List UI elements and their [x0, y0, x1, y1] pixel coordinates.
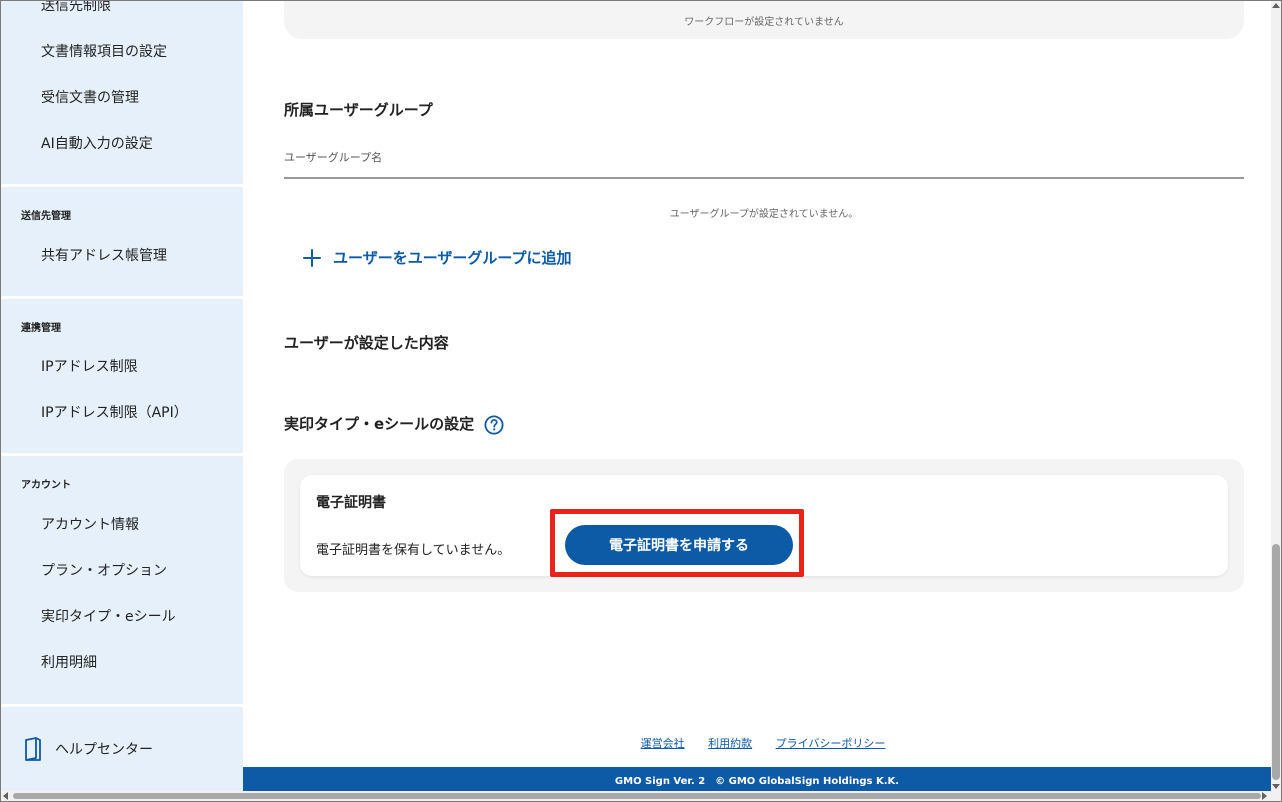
vertical-scroll-thumb[interactable] — [1272, 544, 1280, 780]
user-settings-title: ユーザーが設定した内容 — [284, 334, 449, 352]
add-user-to-group-link[interactable]: ユーザーをユーザーグループに追加 — [303, 247, 572, 268]
sidebar-divider — [1, 453, 243, 456]
user-groups-empty-message: ユーザーグループが設定されていません。 — [669, 209, 859, 220]
footer-link-company[interactable]: 運営会社 — [641, 737, 685, 750]
sidebar-item-ai-autofill[interactable]: AI自動入力の設定 — [41, 133, 153, 153]
scroll-down-arrow-icon[interactable] — [1272, 784, 1280, 789]
sidebar-divider — [1, 184, 243, 187]
help-center-link[interactable]: ヘルプセンター — [23, 736, 153, 762]
sidebar-item-received-documents[interactable]: 受信文書の管理 — [41, 87, 139, 107]
footer-copyright: GMO Sign Ver. 2 © GMO GlobalSign Holding… — [243, 767, 1271, 791]
scroll-left-arrow-icon[interactable] — [3, 792, 8, 800]
sidebar-category-recipients: 送信先管理 — [21, 211, 71, 222]
workflow-empty-message: ワークフローが設定されていません — [284, 1, 1244, 39]
sidebar-item-plan-options[interactable]: プラン・オプション — [41, 560, 167, 580]
footer-link-privacy[interactable]: プライバシーポリシー — [776, 737, 886, 750]
question-circle-icon[interactable] — [484, 414, 504, 435]
sidebar-item-usage-details[interactable]: 利用明細 — [41, 652, 97, 672]
sidebar-item-shared-address-book[interactable]: 共有アドレス帳管理 — [41, 245, 167, 265]
help-center-label: ヘルプセンター — [55, 742, 153, 758]
certificate-title: 電子証明書 — [316, 495, 386, 511]
sidebar-divider — [1, 704, 243, 707]
user-groups-title: 所属ユーザーグループ — [284, 101, 433, 119]
apply-certificate-button[interactable]: 電子証明書を申請する — [565, 525, 793, 565]
sidebar-category-account: アカウント — [21, 480, 71, 491]
certificate-status: 電子証明書を保有していません。 — [316, 543, 511, 558]
horizontal-scroll-thumb[interactable] — [13, 793, 1261, 799]
seal-settings-title-text: 実印タイプ・eシールの設定 — [284, 415, 475, 433]
book-icon — [25, 737, 41, 761]
seal-settings-title: 実印タイプ・eシールの設定 — [284, 413, 504, 435]
scroll-up-arrow-icon[interactable] — [1272, 3, 1280, 8]
sidebar-item-document-info-fields[interactable]: 文書情報項目の設定 — [41, 41, 167, 61]
sidebar-item-seal-type[interactable]: 実印タイプ・eシール — [41, 606, 176, 626]
column-header-user-group-name: ユーザーグループ名 — [284, 151, 383, 164]
sidebar-category-integration: 連携管理 — [21, 323, 61, 334]
sidebar: 送信先制限 文書情報項目の設定 受信文書の管理 AI自動入力の設定 送信先管理 … — [1, 1, 243, 791]
app-window: 送信先制限 文書情報項目の設定 受信文書の管理 AI自動入力の設定 送信先管理 … — [1, 1, 1281, 801]
add-user-to-group-label: ユーザーをユーザーグループに追加 — [333, 249, 572, 267]
vertical-scrollbar[interactable] — [1271, 1, 1281, 791]
scroll-right-arrow-icon[interactable] — [1262, 792, 1267, 800]
plus-icon — [303, 248, 321, 267]
main-content: ワークフローが設定されていません 所属ユーザーグループ ユーザーグループ名 ユー… — [243, 1, 1271, 791]
footer-link-terms[interactable]: 利用約款 — [708, 737, 752, 750]
table-header-rule — [284, 177, 1244, 179]
sidebar-item-recipient-restriction[interactable]: 送信先制限 — [41, 1, 111, 15]
sidebar-item-ip-restriction[interactable]: IPアドレス制限 — [41, 356, 138, 376]
sidebar-item-account-info[interactable]: アカウント情報 — [41, 514, 139, 534]
certificate-panel: 電子証明書 電子証明書を保有していません。 電子証明書を申請する — [284, 459, 1244, 592]
sidebar-divider — [1, 296, 243, 299]
horizontal-scrollbar[interactable] — [1, 791, 1281, 801]
sidebar-item-ip-restriction-api[interactable]: IPアドレス制限（API） — [41, 402, 188, 422]
footer-links: 運営会社 利用約款 プライバシーポリシー — [243, 735, 1281, 751]
certificate-card: 電子証明書 電子証明書を保有していません。 電子証明書を申請する — [300, 475, 1228, 577]
